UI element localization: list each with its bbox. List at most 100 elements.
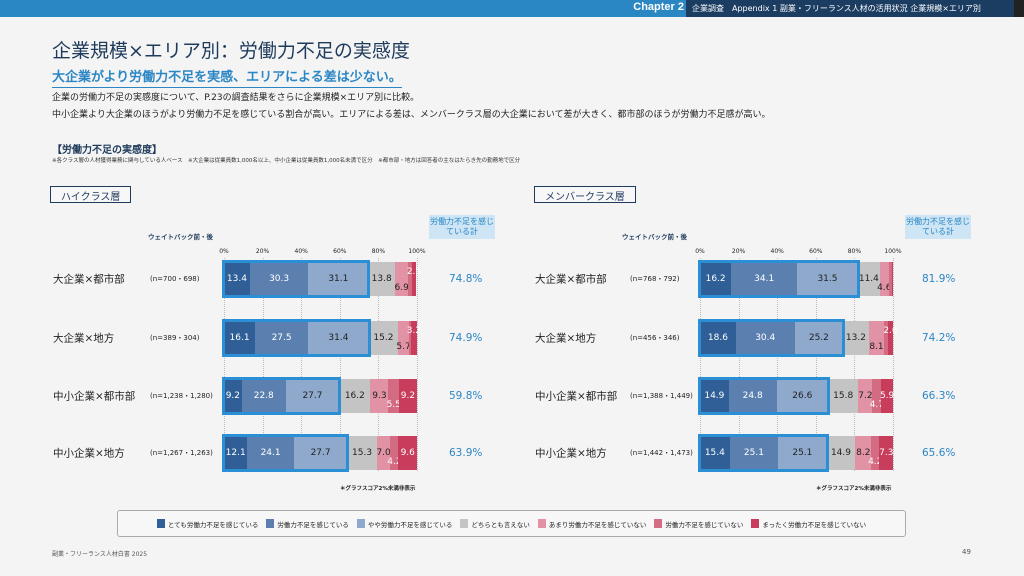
panel-title: メンバークラス層 — [534, 186, 636, 203]
segment-label: 15.8 — [833, 391, 854, 401]
stacked-bar: 18.6 30.4 25.2 13.2 8.1 2.6 — [698, 319, 898, 357]
axis-tick-label: 20% — [255, 248, 270, 255]
total-header: 労働力不足を感じている計 — [429, 215, 495, 239]
row-label: 中小企業×地方 — [535, 447, 607, 460]
page-subtitle: 大企業がより労働力不足を実感、エリアによる差は少ない。 — [52, 66, 402, 88]
positive-outline — [222, 377, 342, 415]
legend-swatch — [751, 519, 760, 528]
body-text-1: 企業の労働力不足の実感度について、P.23の調査結果をさらに企業規模×エリア別に… — [52, 93, 420, 103]
legend-swatch — [356, 519, 365, 528]
axis-tick-label: 80% — [847, 248, 862, 255]
page-title: 企業規模×エリア別：労働力不足の実感度 — [52, 40, 410, 62]
row-label: 大企業×地方 — [535, 332, 597, 345]
legend-swatch — [537, 519, 546, 528]
stacked-bar: 14.9 24.8 26.6 15.8 7.2 4.7 5.9 — [698, 377, 895, 415]
top-bar-edge — [1014, 0, 1024, 17]
legend: とても労働力不足を感じている 労働力不足を感じている やや労働力不足を感じている どち… — [117, 510, 906, 537]
legend-item: やや労働力不足を感じている — [356, 519, 453, 529]
legend-label: 労働力不足を感じていない — [665, 520, 744, 529]
body-text-2: 中小企業より大企業のほうがより労働力不足を感じている割合が高い。エリアによる差は… — [52, 110, 771, 120]
gridline — [417, 258, 418, 471]
positive-outline — [698, 434, 829, 472]
legend-item: 労働力不足を感じている — [266, 519, 349, 529]
page-number: 49 — [962, 548, 971, 556]
positive-outline — [698, 260, 860, 298]
section-title: 【労働力不足の実感度】 — [52, 145, 162, 156]
segment-label: 3.2 — [406, 326, 422, 336]
legend-item: あまり労働力不足を感じていない — [537, 519, 647, 529]
axis-tick-label: 80% — [371, 248, 386, 255]
axis-tick-label: 100% — [884, 248, 902, 255]
sample-size: (n=1,238・1,280) — [150, 392, 213, 400]
segment-label: 9.6 — [400, 448, 415, 458]
segment-label: 8.1 — [869, 342, 884, 352]
segment-label: 9.2 — [400, 391, 416, 401]
legend-label: あまり労働力不足を感じていない — [548, 520, 647, 529]
axis-tick-label: 20% — [731, 248, 746, 255]
axis-tick-label: 0% — [695, 248, 705, 255]
axis-tick-label: 100% — [408, 248, 426, 255]
positive-outline — [222, 319, 371, 357]
total-value: 81.9% — [922, 273, 956, 285]
stacked-bar: 12.1 24.1 27.7 15.3 7.0 4.2 9.6 — [222, 434, 417, 472]
segment-label: 6.9 — [394, 283, 409, 293]
sample-size: (n=1,388・1,449) — [630, 392, 693, 400]
total-header: 労働力不足を感じている計 — [905, 215, 971, 239]
axis-tick-label: 40% — [294, 248, 308, 255]
weight-label: ウェイトバック前・後 — [148, 233, 213, 241]
notes: ※各クラス層の人材獲得業務に関与している人ベース ※大企業は従業員数1,000名… — [52, 158, 521, 164]
segment-label: 13.2 — [845, 333, 866, 343]
legend-label: とても労働力不足を感じている — [167, 520, 259, 529]
segment-label: 2.6 — [883, 326, 898, 336]
legend-item: まったく労働力不足を感じていない — [751, 519, 866, 529]
total-value: 63.9% — [449, 447, 483, 459]
total-value: 66.3% — [922, 390, 956, 402]
legend-item: どちらとも言えない — [460, 519, 530, 529]
positive-outline — [698, 377, 830, 415]
axis-tick-label: 0% — [219, 248, 229, 255]
legend-swatch — [654, 519, 663, 528]
segment-label: 9.3 — [372, 391, 387, 401]
legend-label: やや労働力不足を感じている — [367, 520, 453, 529]
legend-label: どちらとも言えない — [471, 520, 530, 529]
row-label: 中小企業×地方 — [53, 447, 125, 460]
segment-label: 5.9 — [879, 391, 895, 401]
sample-size: (n=768・792) — [630, 275, 680, 283]
footnote: ＊グラフスコア2%未満非表示 — [816, 486, 892, 492]
total-value: 65.6% — [922, 447, 956, 459]
sample-size: (n=456・346) — [630, 334, 680, 342]
total-value: 74.8% — [449, 273, 483, 285]
top-bar: Chapter 2 企業調査 Appendix 1 副業・フリーランス人材の活用… — [0, 0, 1024, 17]
chapter-label: Chapter 2 — [633, 1, 684, 13]
stacked-bar: 13.4 30.3 31.1 13.8 6.9 2.5 — [222, 260, 421, 298]
stacked-bar: 15.4 25.1 25.1 14.9 8.2 4.2 7.3 — [698, 434, 893, 472]
bar-segment — [891, 262, 893, 296]
footnote: ＊グラフスコア2%未満非表示 — [340, 486, 416, 492]
sample-size: (n=1,442・1,473) — [630, 449, 693, 457]
stacked-bar: 16.2 34.1 31.5 11.4 4.6 — [698, 260, 893, 298]
total-value: 59.8% — [449, 390, 483, 402]
segment-label: 13.8 — [371, 274, 392, 284]
stacked-bar: 16.1 27.5 31.4 15.2 5.7 3.2 — [222, 319, 421, 357]
legend-item: とても労働力不足を感じている — [156, 519, 259, 529]
segment-label: 16.2 — [344, 391, 365, 401]
legend-swatch — [156, 519, 165, 528]
axis-tick-label: 60% — [333, 248, 347, 255]
positive-outline — [222, 260, 371, 298]
total-value: 74.2% — [922, 332, 956, 344]
total-value: 74.9% — [449, 332, 483, 344]
segment-label: 15.2 — [373, 333, 394, 343]
weight-label: ウェイトバック前・後 — [622, 233, 687, 241]
sample-size: (n=1,267・1,263) — [150, 449, 213, 457]
segment-label: 2.5 — [406, 267, 422, 277]
segment-label: 11.4 — [858, 274, 879, 284]
legend-swatch — [266, 519, 275, 528]
row-label: 大企業×都市部 — [535, 273, 607, 286]
stacked-bar: 9.2 22.8 27.7 16.2 9.3 5.5 9.2 — [222, 377, 417, 415]
row-label: 中小企業×都市部 — [53, 390, 136, 403]
segment-label: 14.9 — [830, 448, 852, 458]
sample-size: (n=700・698) — [150, 275, 200, 283]
panel-title: ハイクラス層 — [50, 186, 132, 203]
segment-label: 15.3 — [352, 448, 373, 458]
footer-source: 副業・フリーランス人材白書 2025 — [52, 551, 148, 558]
